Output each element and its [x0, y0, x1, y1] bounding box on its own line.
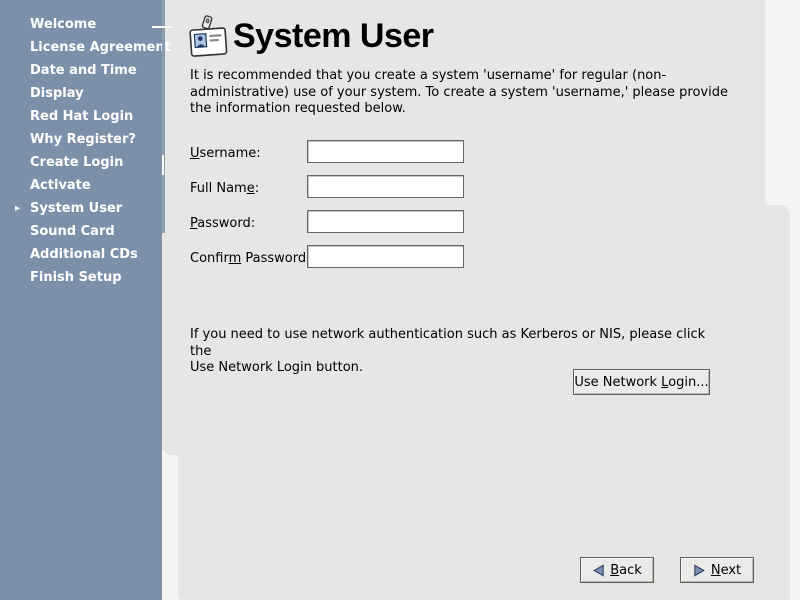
- sidebar-item-system-user: ▸ System User: [0, 197, 162, 220]
- sidebar-item-license-agreement: License Agreement: [0, 36, 162, 59]
- use-network-login-button[interactable]: Use Network Login...: [573, 369, 710, 395]
- password-input[interactable]: [307, 210, 464, 233]
- wizard-sidebar: Welcome License Agreement Date and Time …: [0, 0, 162, 600]
- id-badge-icon: [188, 14, 230, 60]
- sidebar-item-date-and-time: Date and Time: [0, 59, 162, 82]
- username-input[interactable]: [307, 140, 464, 163]
- confirm-password-label: Confirm Password:: [190, 251, 310, 266]
- page-title: System User: [233, 17, 434, 56]
- sidebar-item-welcome: Welcome: [0, 13, 162, 36]
- confirm-password-input[interactable]: [307, 245, 464, 268]
- back-arrow-icon: [592, 564, 605, 577]
- sidebar-item-finish-setup: Finish Setup: [0, 266, 162, 289]
- sidebar-item-additional-cds: Additional CDs: [0, 243, 162, 266]
- sidebar-item-sound-card: Sound Card: [0, 220, 162, 243]
- fullname-input[interactable]: [307, 175, 464, 198]
- sidebar-edge-highlight: [162, 0, 165, 233]
- wizard-step-list: Welcome License Agreement Date and Time …: [0, 0, 162, 289]
- intro-paragraph: It is recommended that you create a syst…: [190, 68, 730, 118]
- sidebar-item-display: Display: [0, 82, 162, 105]
- active-step-arrow-icon: ▸: [15, 197, 20, 220]
- sidebar-item-create-login: Create Login: [0, 151, 162, 174]
- panel-connector-dash: [152, 26, 172, 28]
- next-button[interactable]: Next: [680, 557, 754, 583]
- sidebar-item-why-register: Why Register?: [0, 128, 162, 151]
- fullname-label: Full Name:: [190, 181, 259, 196]
- next-arrow-icon: [693, 564, 706, 577]
- username-label: Username:: [190, 146, 261, 161]
- back-button[interactable]: Back: [580, 557, 654, 583]
- password-label: Password:: [190, 216, 255, 231]
- sidebar-item-red-hat-login: Red Hat Login: [0, 105, 162, 128]
- sidebar-item-activate: Activate: [0, 174, 162, 197]
- panel-connector-tick: [162, 155, 164, 175]
